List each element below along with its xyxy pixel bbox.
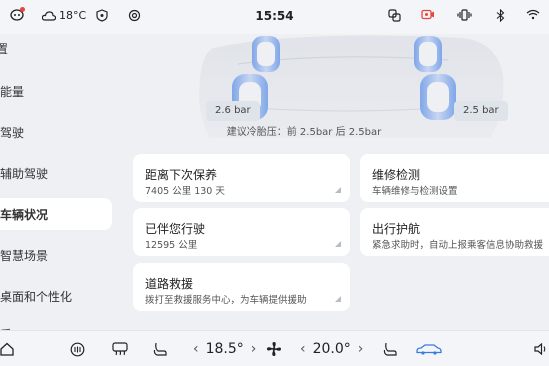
corner-arrow-icon (335, 296, 341, 302)
chevron-right-icon[interactable]: › (251, 341, 257, 357)
seat-icon[interactable] (383, 339, 397, 359)
card-distance-traveled[interactable]: 已伴您行驶 12595 公里 (133, 208, 350, 256)
volume-icon[interactable] (534, 339, 548, 359)
settings-sidebar: 置 能量 驾驶 辅助驾驶 车辆状况 智慧场景 桌面和个性化 系 (0, 34, 118, 330)
ac-icon[interactable] (70, 339, 85, 359)
sidebar-item-label: 智慧场景 (0, 248, 49, 263)
card-subtitle: 7405 公里 130 天 (145, 186, 225, 197)
tire-pressure-front-right: 2.5 bar (454, 101, 508, 121)
passenger-temperature-control[interactable]: ‹ 20.0° › (300, 339, 363, 359)
card-title: 维修检测 (372, 168, 421, 182)
chevron-left-icon[interactable]: ‹ (193, 341, 199, 357)
vibrate-icon[interactable] (457, 9, 472, 21)
card-title: 出行护航 (372, 222, 421, 236)
sidebar-item-vehicle-status[interactable]: 车辆状况 (0, 198, 112, 230)
car-icon[interactable] (416, 339, 442, 359)
tire-pressure-front-left: 2.6 bar (206, 101, 260, 121)
card-travel-escort[interactable]: 出行护航 紧急求助时，自动上报乘客信息协助救援 (360, 208, 549, 256)
sidebar-item-label: 辅助驾驶 (0, 166, 49, 181)
tire-rear-left (252, 36, 280, 72)
rear-defrost-icon[interactable] (112, 339, 128, 359)
climate-bar: ‹ 18.5° › ‹ 20.0° › (0, 330, 549, 366)
driver-temperature-control[interactable]: ‹ 18.5° › (193, 339, 256, 359)
sidebar-item-label: 驾驶 (0, 125, 25, 140)
sidebar-item-label: 能量 (0, 84, 25, 99)
card-subtitle: 车辆维修与检测设置 (372, 186, 458, 197)
vehicle-status-panel: 2.6 bar 2.5 bar 建议冷胎压：前 2.5bar 后 2.5bar … (118, 34, 549, 330)
sidebar-item-label: 车辆状况 (0, 207, 49, 222)
card-subtitle: 拨打至救援服务中心，为车辆提供援助 (145, 295, 307, 306)
card-road-rescue[interactable]: 道路救援 拨打至救援服务中心，为车辆提供援助 (133, 263, 350, 311)
passenger-temperature: 20.0° (312, 341, 351, 357)
tire-pressure-hint: 建议冷胎压：前 2.5bar 后 2.5bar (226, 127, 382, 138)
status-bar: 18°C 15:54 (0, 0, 549, 34)
wifi-icon[interactable] (526, 9, 540, 20)
seat-heat-icon[interactable] (153, 339, 167, 359)
driver-temperature: 18.5° (205, 341, 244, 357)
screen-mirror-icon[interactable] (388, 9, 401, 22)
card-title: 道路救援 (145, 277, 194, 291)
sidebar-item-assisted-driving[interactable]: 辅助驾驶 (0, 157, 116, 189)
camera-record-icon[interactable] (421, 9, 435, 20)
corner-arrow-icon (335, 241, 341, 247)
sidebar-item-settings-title[interactable]: 置 (0, 34, 112, 64)
corner-arrow-icon (335, 187, 341, 193)
sidebar-item-driving[interactable]: 驾驶 (0, 116, 116, 148)
card-subtitle: 12595 公里 (145, 240, 198, 251)
tire-pressure-view: 2.6 bar 2.5 bar 建议冷胎压：前 2.5bar 后 2.5bar (118, 34, 549, 146)
bluetooth-icon[interactable] (496, 9, 505, 22)
card-subtitle: 紧急求助时，自动上报乘客信息协助救援 (372, 240, 544, 251)
card-title: 已伴您行驶 (145, 222, 206, 236)
tire-front-right (420, 74, 456, 120)
chevron-right-icon[interactable]: › (358, 341, 364, 357)
card-title: 距离下次保养 (145, 168, 218, 182)
sidebar-item-system[interactable]: 系 (0, 318, 116, 331)
fan-icon[interactable] (266, 339, 282, 359)
tire-rear-right (414, 36, 442, 72)
sidebar-item-label: 置 (0, 41, 9, 56)
sidebar-item-smart-scenes[interactable]: 智慧场景 (0, 239, 116, 271)
sidebar-item-desktop-personalization[interactable]: 桌面和个性化 (0, 280, 116, 312)
home-icon[interactable] (0, 339, 14, 359)
chevron-left-icon[interactable]: ‹ (300, 341, 306, 357)
card-next-maintenance[interactable]: 距离下次保养 7405 公里 130 天 (133, 154, 350, 202)
card-repair-inspection[interactable]: 维修检测 车辆维修与检测设置 (360, 154, 549, 202)
sidebar-item-energy[interactable]: 能量 (0, 75, 116, 107)
sidebar-item-label: 桌面和个性化 (0, 289, 73, 304)
